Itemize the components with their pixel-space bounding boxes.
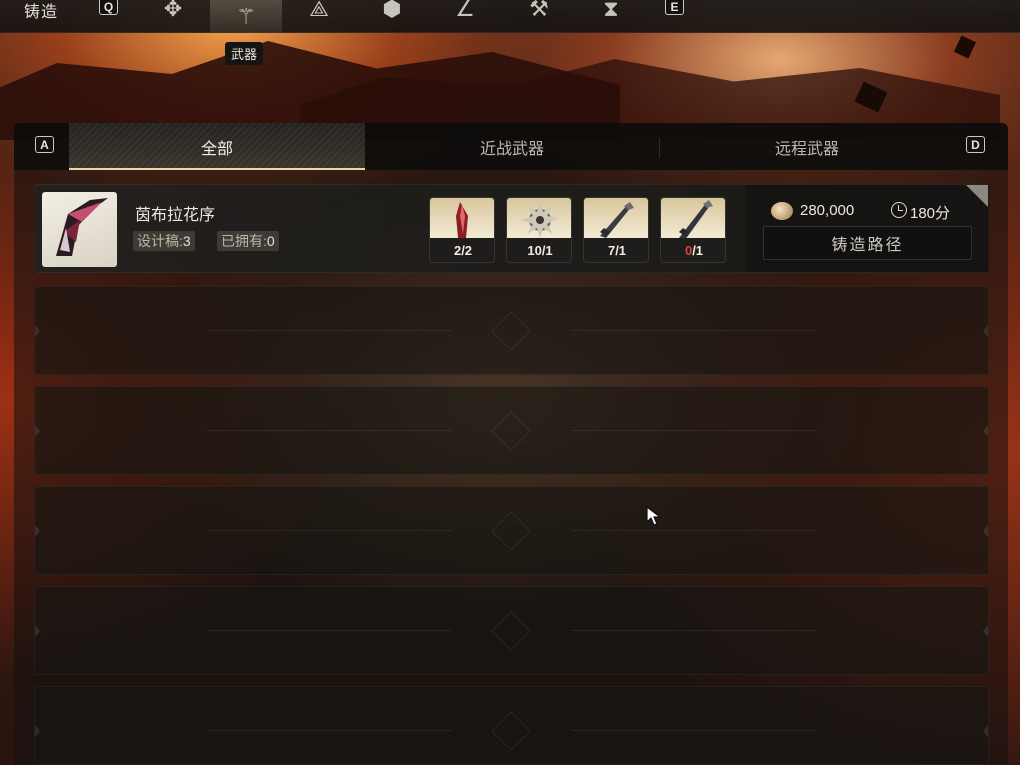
background-shard <box>953 35 977 59</box>
material-have: 7 <box>607 242 616 258</box>
empty-slot <box>34 386 989 475</box>
diamond-ornament-icon <box>491 611 531 651</box>
material-slot[interactable]: 10/1 <box>506 197 572 263</box>
next-category-key[interactable]: E <box>665 0 684 15</box>
tab-all[interactable]: 全部 <box>69 123 365 170</box>
prev-category-key[interactable]: Q <box>99 0 118 15</box>
material-need: /1 <box>541 242 553 258</box>
empty-slot <box>34 486 989 575</box>
weapon-name: 茵布拉花序 <box>135 207 216 224</box>
diamond-ornament-icon <box>491 511 531 551</box>
gear-core-icon <box>521 202 559 238</box>
empty-slot <box>34 686 989 765</box>
empty-slot <box>34 586 989 675</box>
hammer-icon[interactable]: ⚒ <box>524 0 554 22</box>
category-tooltip: 武器 <box>225 42 264 65</box>
owned-count: 0 <box>266 233 275 249</box>
weapon-thumbnail <box>42 192 117 267</box>
forge-list-panel: A 全部 近战武器 远程武器 D 茵布拉花序 设计稿:3 已拥有:0 2/2 <box>14 123 1008 765</box>
tab-ranged-weapons[interactable]: 远程武器 <box>660 123 954 170</box>
top-navigation-bar: 铸造 Q ✥ ⚚ ⟁ ⬢ ∠ ⚒ ⧗ E <box>0 0 1020 33</box>
diamond-ornament-icon <box>491 711 531 751</box>
material-need: /2 <box>461 242 473 258</box>
diamond-ornament-icon <box>491 411 531 451</box>
design-count: 3 <box>182 233 191 249</box>
material-need: /1 <box>692 242 704 258</box>
material-have: 10 <box>527 242 542 258</box>
prev-tab-key[interactable]: A <box>35 136 54 153</box>
blade-part-icon <box>679 200 713 240</box>
forge-time: 180分 <box>910 205 951 222</box>
triangle-knot-icon[interactable]: ⟁ <box>304 0 334 22</box>
material-slot[interactable]: 7/1 <box>583 197 649 263</box>
crystal-shard-icon <box>456 202 468 238</box>
material-need: /1 <box>615 242 627 258</box>
diamond-ornament-icon <box>491 311 531 351</box>
cube-icon[interactable]: ⬢ <box>377 0 407 22</box>
filter-tab-bar: A 全部 近战武器 远程武器 D <box>14 123 1008 170</box>
quatrefoil-icon[interactable]: ✥ <box>158 0 188 22</box>
weapon-art-icon <box>56 198 108 256</box>
material-slot[interactable]: 2/2 <box>429 197 495 263</box>
empty-slot <box>34 286 989 375</box>
blade-part-icon <box>600 202 634 238</box>
hourglass-icon[interactable]: ⧗ <box>596 0 626 22</box>
mouse-cursor-icon <box>646 506 662 526</box>
material-slot[interactable]: 0/1 <box>660 197 726 263</box>
weapon-category-icon[interactable]: ⚚ <box>210 0 282 33</box>
owned-label: 已拥有: <box>221 233 267 249</box>
material-have-insufficient: 0 <box>684 242 693 258</box>
tab-melee-weapons[interactable]: 近战武器 <box>365 123 659 170</box>
next-tab-key[interactable]: D <box>966 136 985 153</box>
recipe-row[interactable]: 茵布拉花序 设计稿: 3 已拥有: 0 2/2 10/1 7/1 0 /1 28… <box>34 184 989 273</box>
page-title: 铸造 <box>24 4 59 21</box>
clock-icon <box>891 202 907 218</box>
design-count-badge: 设计稿: 3 <box>133 231 195 251</box>
material-have: 2 <box>453 242 462 258</box>
angle-icon[interactable]: ∠ <box>450 0 480 22</box>
design-label: 设计稿: <box>137 233 183 249</box>
forge-cost: 280,000 <box>800 202 855 219</box>
forge-cost-panel: 280,000 180分 铸造路径 <box>745 185 989 272</box>
pin-icon[interactable] <box>966 185 988 207</box>
owned-count-badge: 已拥有: 0 <box>217 231 279 251</box>
coin-icon <box>771 202 793 220</box>
forge-route-button[interactable]: 铸造路径 <box>763 226 972 260</box>
